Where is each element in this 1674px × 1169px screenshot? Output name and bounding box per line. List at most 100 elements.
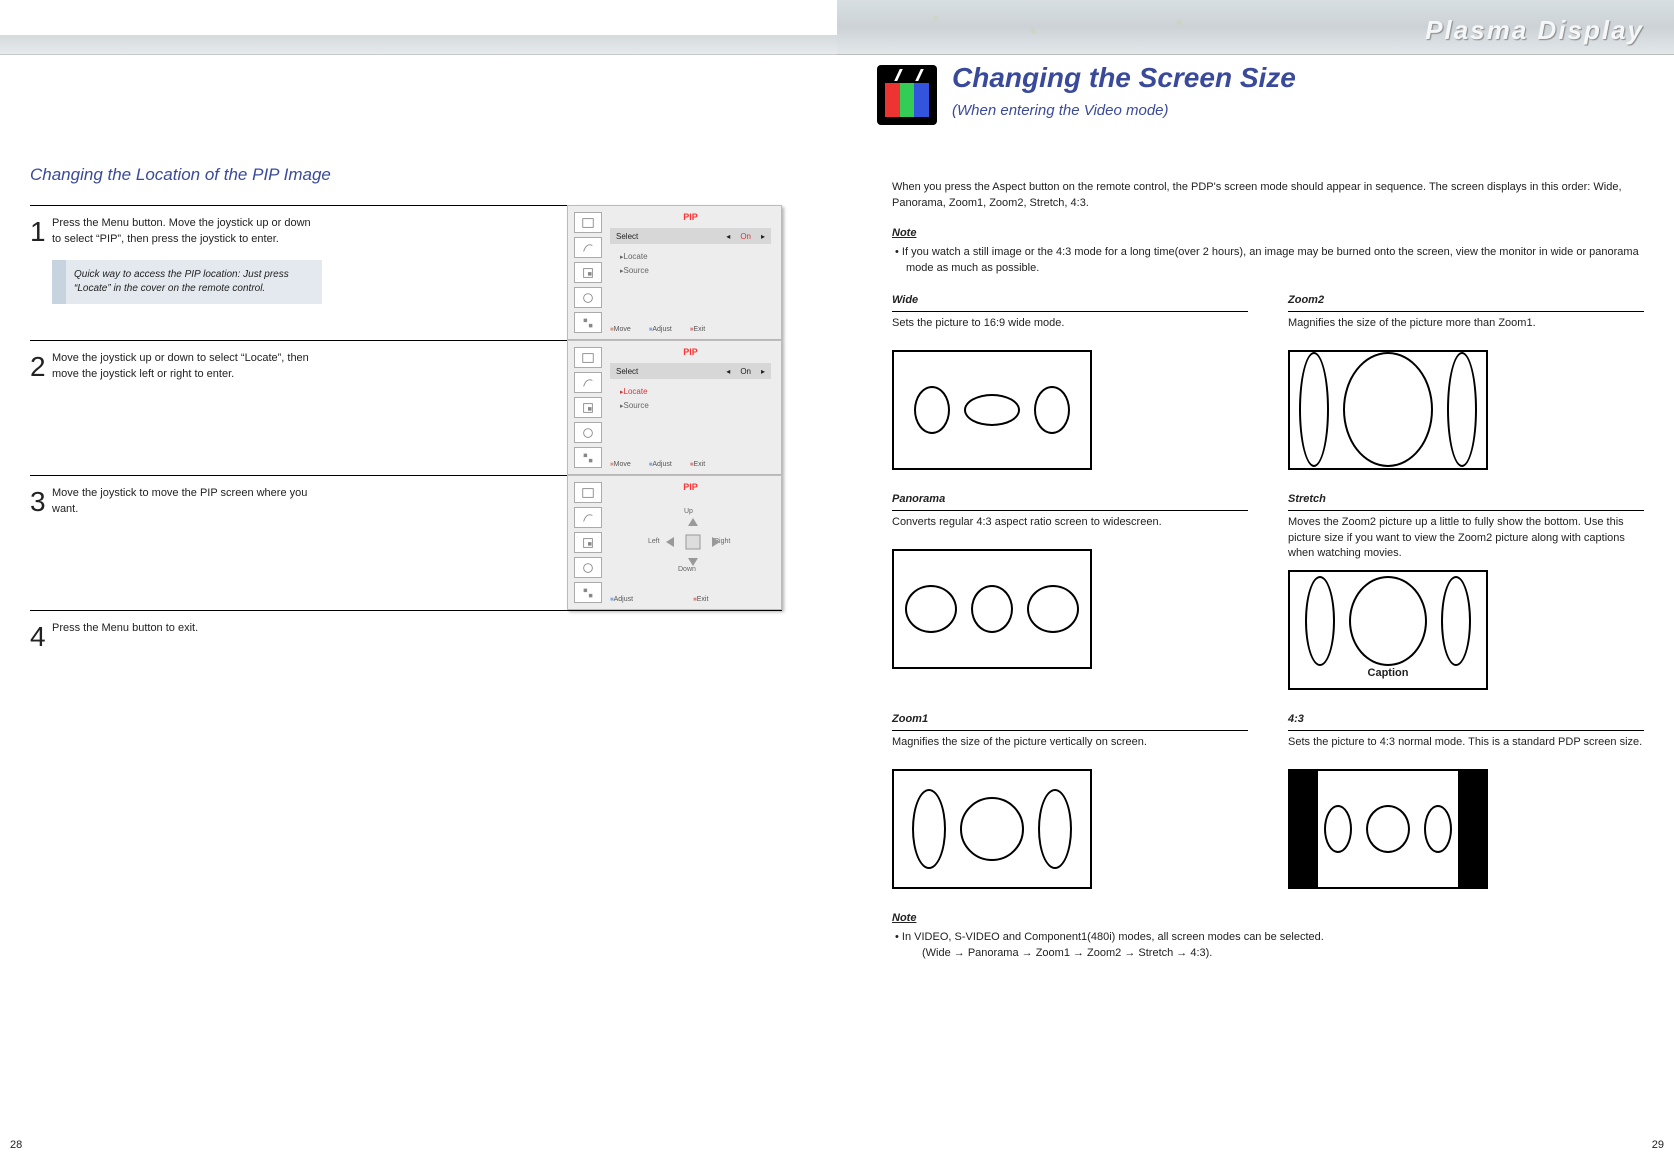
intro-text: When you press the Aspect button on the … [892, 180, 1644, 212]
osd-header: PIP [610, 347, 771, 357]
banner-decoration [887, 5, 1374, 49]
osd-screenshot-1: PIP Select ◂ On ▸ Locate Source Move Adj… [567, 205, 782, 340]
osd-dpad: Up Left Right Down [648, 508, 738, 578]
left-section-title: Changing the Location of the PIP Image [30, 165, 782, 185]
mode-desc: Sets the picture to 4:3 normal mode. Thi… [1288, 735, 1644, 761]
osd-foot-move: Move [610, 326, 631, 333]
mode-zoom2: Zoom2 Magnifies the size of the picture … [1288, 293, 1644, 470]
osd-select-row: Select ◂ On ▸ [610, 228, 771, 244]
mode-name: Zoom1 [892, 712, 1248, 731]
step-number: 2 [30, 351, 52, 383]
modes-grid: Wide Sets the picture to 16:9 wide mode.… [892, 293, 1644, 890]
left-arrow-icon: ◂ [726, 367, 730, 376]
osd-foot-adjust: Adjust [649, 461, 672, 468]
step-4: 4 Press the Menu button to exit. [30, 610, 782, 673]
osd-icon [574, 262, 602, 283]
osd-header: PIP [610, 482, 771, 492]
osd-foot-exit: Exit [690, 461, 705, 468]
caption-label: Caption [1290, 666, 1486, 682]
mode-name: Panorama [892, 492, 1248, 511]
step-text: Move the joystick to move the PIP screen… [52, 486, 332, 518]
page-title: Changing the Screen Size [952, 62, 1296, 94]
aspect-diagram-wide [892, 350, 1092, 470]
dpad-down: Down [678, 566, 696, 573]
mode-desc: Sets the picture to 16:9 wide mode. [892, 316, 1248, 342]
osd-icon [574, 447, 602, 468]
aspect-diagram-zoom2 [1288, 350, 1488, 470]
osd-select-value: On [740, 367, 751, 376]
osd-icon [574, 397, 602, 418]
osd-icon [574, 422, 602, 443]
page-number-right: 29 [1652, 1139, 1664, 1151]
right-arrow-icon: ▸ [761, 232, 765, 241]
step-number: 3 [30, 486, 52, 518]
mode-desc: Magnifies the size of the picture more t… [1288, 316, 1644, 342]
left-arrow-icon: ◂ [726, 232, 730, 241]
osd-option: Locate [620, 252, 648, 261]
mode-name: Zoom2 [1288, 293, 1644, 312]
mode-stretch: Stretch Moves the Zoom2 picture up a lit… [1288, 492, 1644, 691]
osd-header: PIP [610, 212, 771, 222]
osd-footer: Move Adjust Exit [610, 326, 771, 333]
step-text: Press the Menu button to exit. [52, 621, 332, 651]
mode-desc: Moves the Zoom2 picture up a little to f… [1288, 515, 1644, 563]
osd-icon [574, 237, 602, 258]
step-2: 2 Move the joystick up or down to select… [30, 340, 567, 405]
note2-line2: (Wide → Panorama → Zoom1 → Zoom2 → Stret… [892, 946, 1644, 962]
aspect-diagram-zoom1 [892, 769, 1092, 889]
osd-option: Source [620, 266, 649, 275]
step-number: 1 [30, 216, 52, 304]
mode-4-3: 4:3 Sets the picture to 4:3 normal mode.… [1288, 712, 1644, 889]
osd-foot-move: Move [610, 461, 631, 468]
mode-zoom1: Zoom1 Magnifies the size of the picture … [892, 712, 1248, 889]
aspect-diagram-stretch: Caption [1288, 570, 1488, 690]
osd-foot-adjust: Adjust [610, 596, 633, 603]
osd-screenshot-3: PIP Up Left Right Down Adjust [567, 475, 782, 610]
product-name: Plasma Display [1425, 15, 1644, 46]
osd-option-active: Locate [620, 387, 648, 396]
page-subtitle: (When entering the Video mode) [952, 102, 1169, 119]
dpad-up: Up [684, 508, 693, 515]
page-left: Changing the Location of the PIP Image 1… [0, 0, 837, 1169]
note-heading-2: Note [892, 911, 1644, 927]
osd-icon [574, 347, 602, 368]
osd-foot-exit: Exit [690, 326, 705, 333]
aspect-diagram-panorama [892, 549, 1092, 669]
mode-desc: Converts regular 4:3 aspect ratio screen… [892, 515, 1248, 541]
step-text: Move the joystick up or down to select “… [52, 351, 332, 383]
osd-icon [574, 212, 602, 233]
note2-line1: In VIDEO, S-VIDEO and Component1(480i) m… [892, 930, 1644, 946]
mode-desc: Magnifies the size of the picture vertic… [892, 735, 1248, 761]
osd-select-row: Select ◂ On ▸ [610, 363, 771, 379]
note-heading: Note [892, 226, 1644, 242]
osd-select-label: Select [616, 367, 638, 376]
osd-icon [574, 532, 602, 553]
osd-icon [574, 287, 602, 308]
osd-footer: Move Adjust Exit [610, 461, 771, 468]
mode-panorama: Panorama Converts regular 4:3 aspect rat… [892, 492, 1248, 691]
osd-icon [574, 557, 602, 578]
step-number: 4 [30, 621, 52, 651]
step-text: Press the Menu button. Move the joystick… [52, 216, 322, 248]
tip-box: Quick way to access the PIP location: Ju… [52, 260, 322, 304]
osd-icon [574, 582, 602, 603]
osd-icon [574, 372, 602, 393]
mode-wide: Wide Sets the picture to 16:9 wide mode. [892, 293, 1248, 470]
osd-select-label: Select [616, 232, 638, 241]
right-arrow-icon: ▸ [761, 367, 765, 376]
osd-foot-exit: Exit [693, 596, 708, 603]
note-body: If you watch a still image or the 4:3 mo… [892, 245, 1644, 277]
mode-name: 4:3 [1288, 712, 1644, 731]
tv-icon [877, 65, 937, 125]
mode-name: Stretch [1288, 492, 1644, 511]
dpad-left: Left [648, 538, 660, 545]
page-number-left: 28 [10, 1139, 22, 1151]
osd-icon [574, 507, 602, 528]
osd-screenshot-2: PIP Select ◂ On ▸ Locate Source Move Adj… [567, 340, 782, 475]
osd-foot-adjust: Adjust [649, 326, 672, 333]
osd-footer: Adjust Exit [610, 596, 771, 603]
header-bar-left [0, 35, 837, 55]
osd-select-value: On [740, 232, 751, 241]
osd-option: Source [620, 401, 649, 410]
page-right: Plasma Display Changing the Screen Size … [837, 0, 1674, 1169]
